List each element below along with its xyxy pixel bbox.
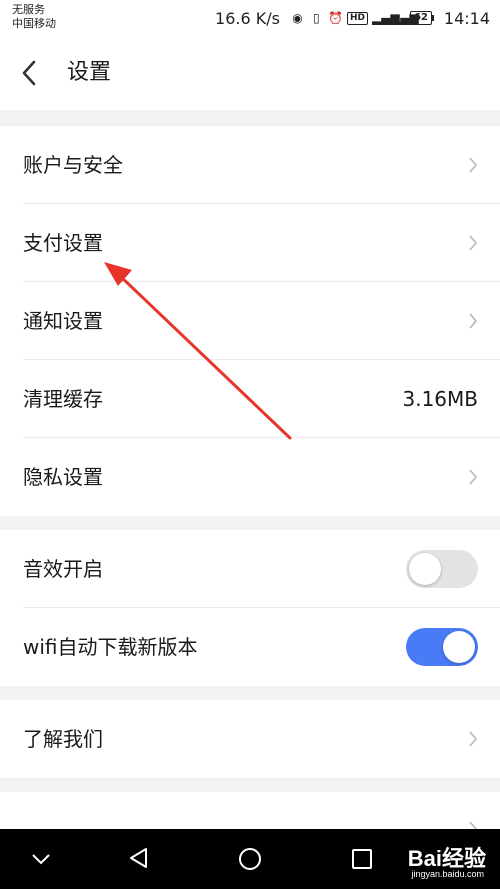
row-notification-settings[interactable]: 通知设置: [0, 282, 500, 360]
section-gap: [0, 778, 500, 792]
network-speed: 16.6 K/s: [215, 8, 280, 28]
alarm-icon: ⏰: [327, 10, 343, 25]
row-label: 通知设置: [23, 309, 103, 333]
battery-level: 62: [409, 11, 432, 25]
battery-icon: 62: [409, 11, 434, 25]
row-label: 隐私设置: [23, 465, 103, 489]
watermark-url: jingyan.baidu.com: [411, 869, 484, 879]
clock: 14:14: [443, 8, 490, 28]
row-label: 清理缓存: [23, 387, 103, 411]
carrier-no-service: 无服务: [12, 3, 45, 16]
back-nav-icon[interactable]: [128, 846, 150, 870]
chevron-right-icon: [469, 469, 478, 485]
recents-nav-icon[interactable]: [351, 848, 373, 870]
signal-icon: ▂▄▆: [371, 10, 400, 25]
carrier-name: 中国移动: [12, 17, 56, 30]
home-nav-icon[interactable]: [238, 847, 262, 871]
hd-badge: HD: [346, 11, 368, 25]
row-wifi-auto-download: wifi自动下载新版本: [0, 608, 500, 686]
signal-4g-icon: ▂▄▆: [390, 10, 419, 25]
chevron-right-icon: [469, 235, 478, 251]
section-gap: [0, 686, 500, 700]
back-icon[interactable]: [18, 58, 44, 88]
sound-effects-toggle[interactable]: [406, 550, 478, 588]
carrier-info: 无服务 中国移动: [12, 3, 56, 31]
status-icons: 16.6 K/s ◉ ▯ ⏰ HD ▂▄▆ ▂▄▆ 62 14:14: [215, 7, 490, 29]
hide-nav-icon[interactable]: [30, 849, 52, 869]
row-label: 音效开启: [23, 557, 103, 581]
hotspot-icon: ◉: [292, 10, 303, 25]
row-label: 账户与安全: [23, 153, 123, 177]
row-sound-effects: 音效开启: [0, 530, 500, 608]
chevron-right-icon: [469, 313, 478, 329]
status-bar: 无服务 中国移动 16.6 K/s ◉ ▯ ⏰ HD ▂▄▆ ▂▄▆ 62 14…: [0, 0, 500, 40]
section-gap: [0, 516, 500, 530]
chevron-right-icon: [469, 731, 478, 747]
system-nav-bar: Bai经验 jingyan.baidu.com: [0, 829, 500, 889]
page-title: 设置: [67, 60, 112, 85]
cache-size-value: 3.16MB: [402, 387, 478, 411]
row-clear-cache[interactable]: 清理缓存 3.16MB: [0, 360, 500, 438]
row-label: wifi自动下载新版本: [23, 635, 198, 659]
row-account-security[interactable]: 账户与安全: [0, 126, 500, 204]
row-label: 了解我们: [23, 727, 103, 751]
row-about-us[interactable]: 了解我们: [0, 700, 500, 778]
chevron-right-icon: [469, 157, 478, 173]
wifi-auto-download-toggle[interactable]: [406, 628, 478, 666]
row-payment-settings[interactable]: 支付设置: [0, 204, 500, 282]
vibrate-icon: ▯: [313, 10, 320, 25]
header: 设置: [0, 40, 500, 110]
row-label: 支付设置: [23, 231, 103, 255]
section-gap: [0, 110, 500, 126]
row-privacy-settings[interactable]: 隐私设置: [0, 438, 500, 516]
